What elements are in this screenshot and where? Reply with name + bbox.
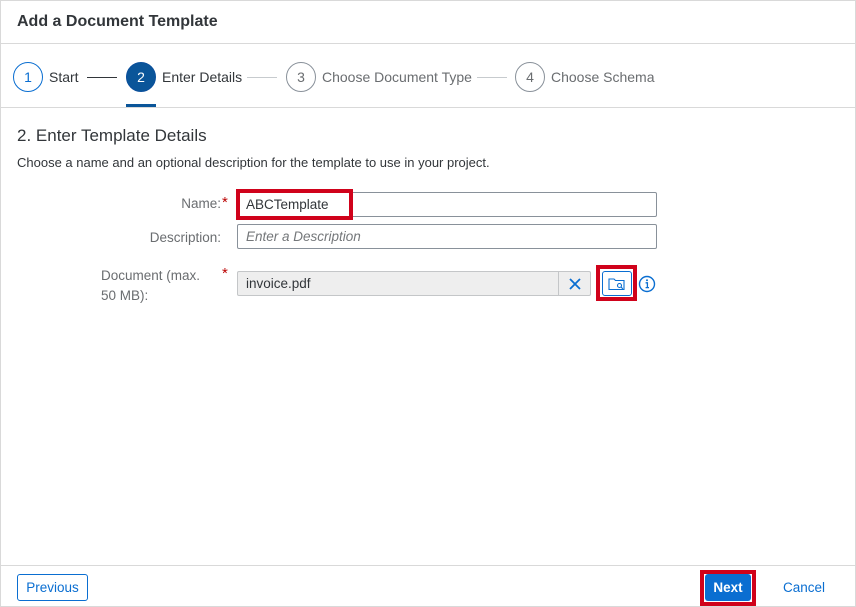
step-connector (87, 77, 117, 78)
step-connector (477, 77, 507, 78)
active-step-indicator (126, 104, 156, 107)
document-label-line1: Document (max. (101, 268, 201, 283)
document-file-input[interactable]: invoice.pdf (237, 271, 591, 296)
required-marker: * (222, 265, 228, 282)
clear-file-button[interactable] (558, 271, 590, 296)
step-label: Choose Document Type (322, 69, 472, 85)
step-connector (247, 77, 277, 78)
description-placeholder: Enter a Description (246, 229, 361, 244)
wizard-step-choose-document-type[interactable]: 3 Choose Document Type (286, 62, 472, 92)
wizard-step-choose-schema[interactable]: 4 Choose Schema (515, 62, 655, 92)
document-label: Document (max. 50 MB): (101, 266, 211, 306)
step-label: Start (49, 69, 79, 85)
document-label-line2: 50 MB): (101, 288, 149, 303)
next-highlight-box (700, 570, 756, 606)
info-icon[interactable] (638, 275, 656, 293)
description-label: Description: (149, 230, 221, 245)
add-document-template-dialog: Add a Document Template 1 Start 2 Enter … (0, 0, 856, 607)
wizard-step-start[interactable]: 1 Start (13, 62, 79, 92)
step-number: 3 (286, 62, 316, 92)
required-marker: * (222, 194, 228, 211)
section-description: Choose a name and an optional descriptio… (17, 155, 490, 170)
previous-button[interactable]: Previous (17, 574, 88, 601)
dialog-header: Add a Document Template (1, 1, 855, 44)
step-number: 1 (13, 62, 43, 92)
section-title: 2. Enter Template Details (17, 126, 207, 145)
name-label: Name: (181, 196, 221, 211)
close-icon (568, 277, 581, 290)
step-number: 2 (126, 62, 156, 92)
dialog-title: Add a Document Template (17, 13, 218, 30)
step-label: Choose Schema (551, 69, 655, 85)
wizard-step-enter-details[interactable]: 2 Enter Details (126, 62, 242, 92)
cancel-button[interactable]: Cancel (783, 574, 825, 601)
document-file-name: invoice.pdf (246, 276, 311, 291)
step-number: 4 (515, 62, 545, 92)
browse-highlight-box (596, 265, 637, 301)
description-input[interactable]: Enter a Description (237, 224, 657, 249)
name-highlight-box (236, 189, 353, 220)
step-label: Enter Details (162, 69, 243, 85)
wizard-progress-bar: 1 Start 2 Enter Details 3 Choose Documen… (1, 44, 855, 108)
